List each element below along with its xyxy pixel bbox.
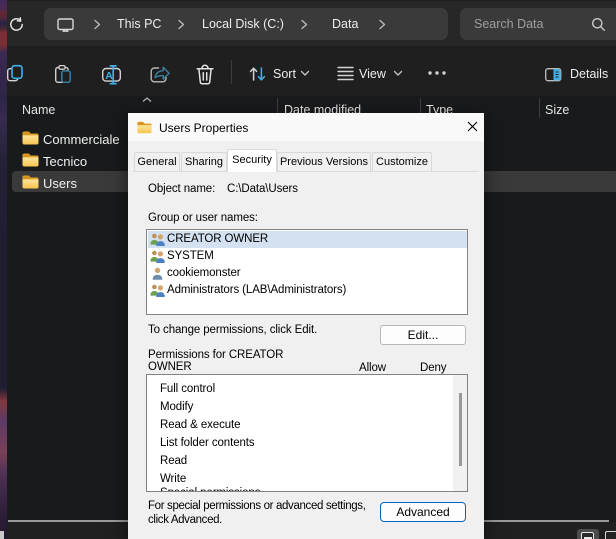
svg-text:A: A: [105, 70, 113, 82]
